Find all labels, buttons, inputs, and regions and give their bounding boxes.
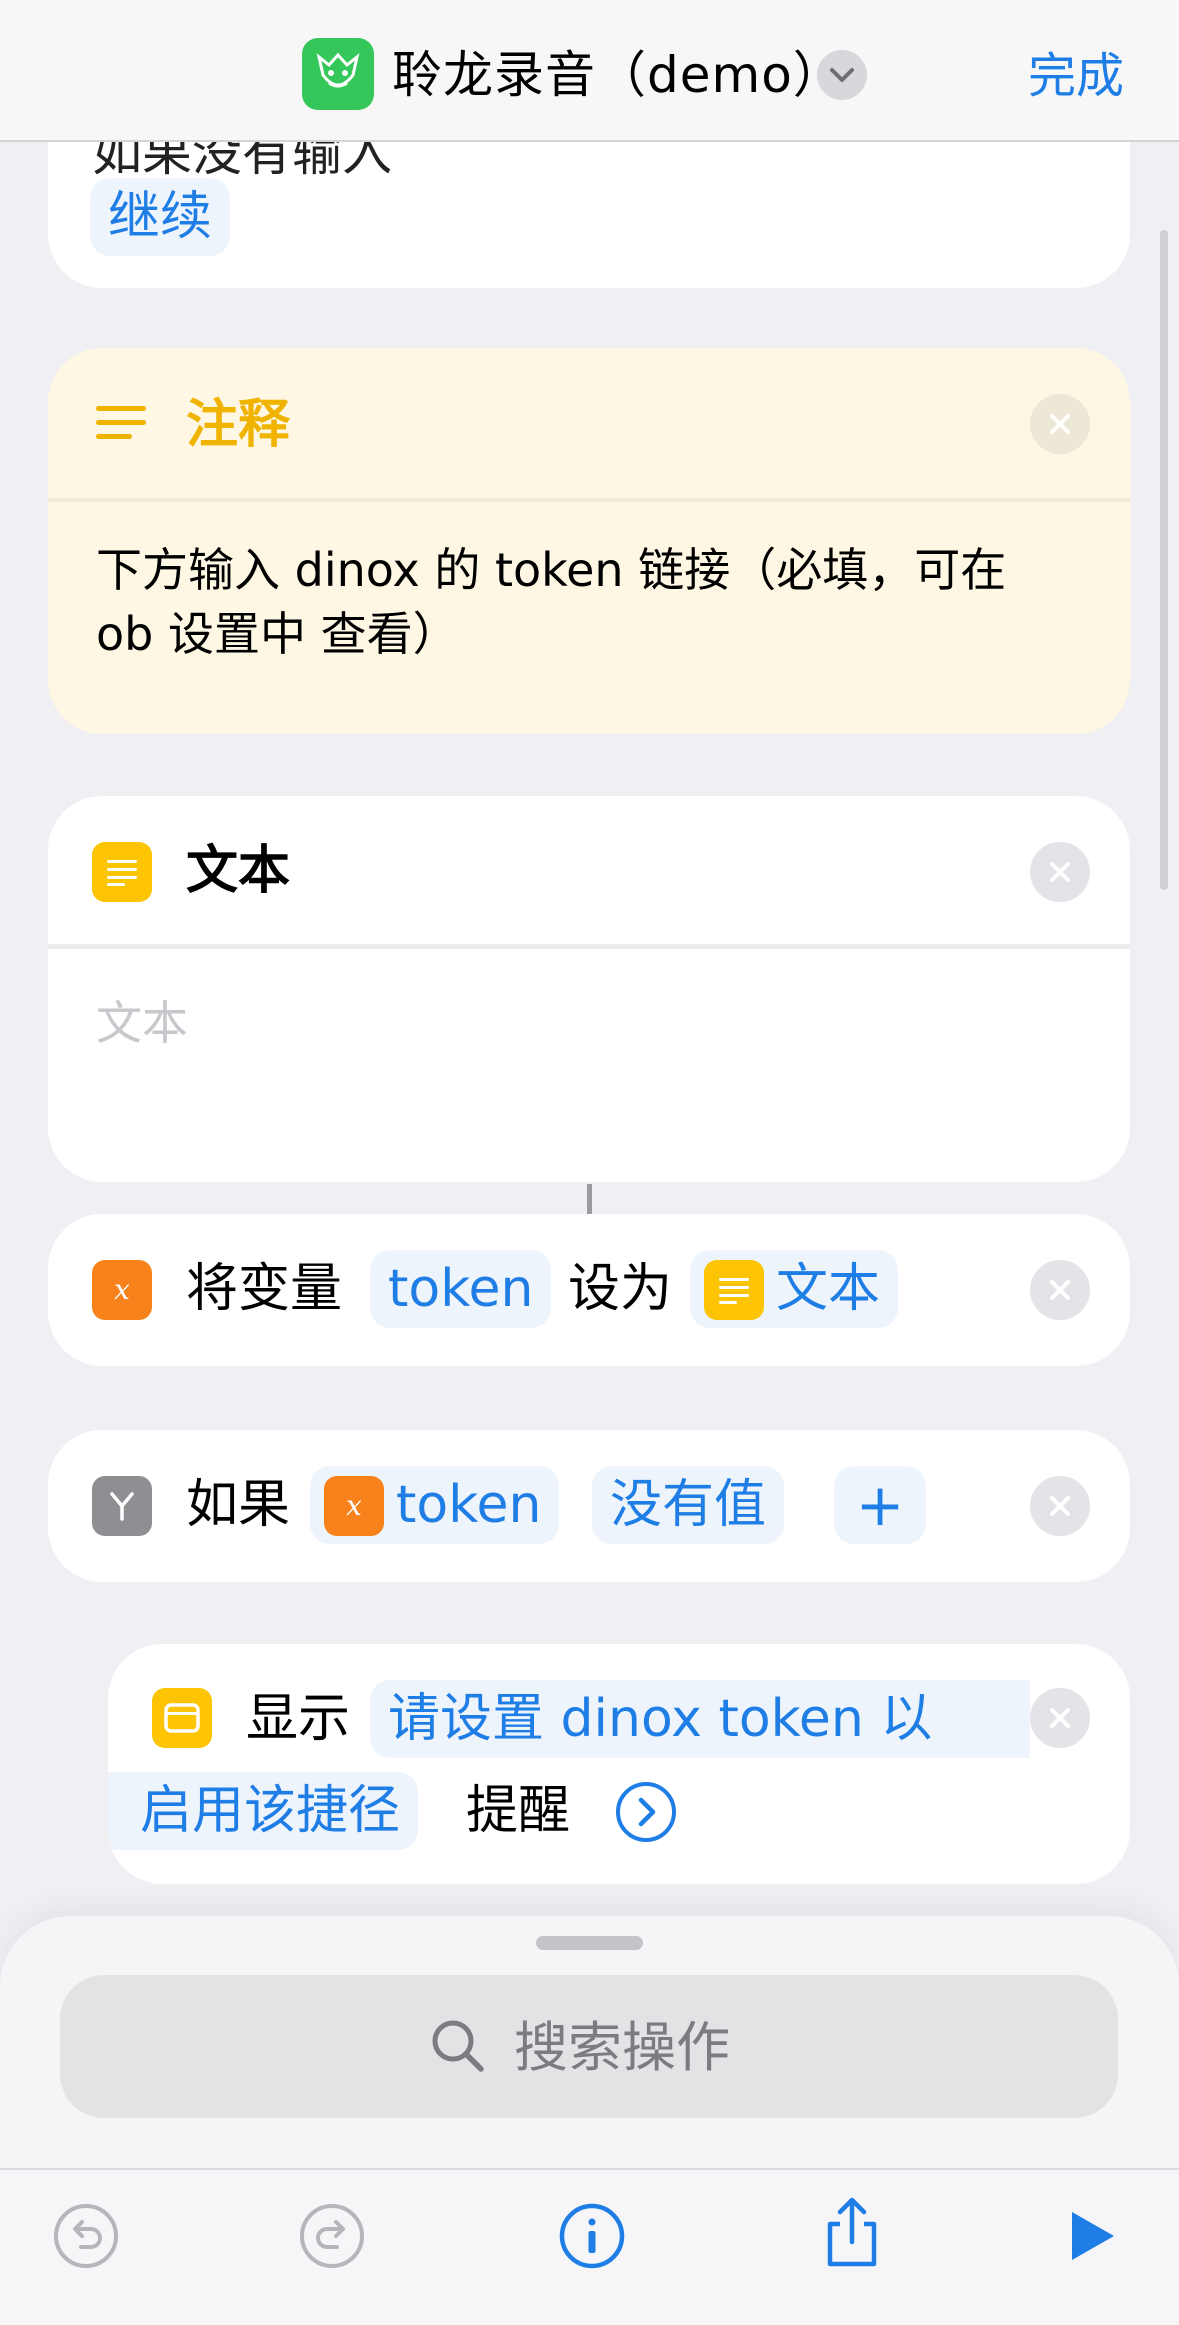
chevron-down-icon[interactable] [817,50,867,100]
search-icon [428,2016,488,2080]
text-doc-icon [92,842,152,902]
set-variable-label: 将变量 [186,1259,343,1319]
svg-text:x: x [114,1273,130,1306]
if-label: 如果 [186,1475,291,1535]
svg-text:x: x [346,1489,362,1522]
if-variable-label: token [396,1475,542,1535]
close-icon[interactable] [1030,1476,1090,1536]
text-doc-icon [704,1260,764,1320]
play-icon[interactable] [1050,2196,1130,2276]
done-button[interactable]: 完成 [1028,44,1124,108]
shortcut-title[interactable]: 聆龙录音（demo） [392,40,844,110]
show-label: 显示 [246,1689,351,1749]
close-icon[interactable] [1030,842,1090,902]
info-icon[interactable] [552,2196,632,2276]
nav-header: 聆龙录音（demo） 完成 [0,0,1179,142]
window-icon [152,1688,212,1748]
variable-x-icon: x [324,1476,384,1536]
message-chip-line2[interactable]: 启用该捷径 [108,1772,419,1850]
text-card-title: 文本 [186,841,291,901]
panel-grabber[interactable] [536,1936,643,1950]
dragon-app-icon[interactable] [302,38,374,110]
value-chip-label: 文本 [776,1259,881,1319]
text-divider [48,944,1130,949]
close-icon[interactable] [1030,394,1090,454]
message-chip-line1[interactable]: 请设置 dinox token 以 [370,1680,1030,1758]
add-condition-button[interactable]: + [834,1466,926,1544]
text-card: 文本 文本 [48,796,1130,1182]
close-icon[interactable] [1030,1688,1090,1748]
scrollbar[interactable] [1160,230,1168,890]
continue-chip[interactable]: 继续 [90,178,231,256]
search-placeholder: 搜索操作 [514,2016,730,2079]
flow-connector [587,1184,592,1214]
set-variable-card: x 将变量 token 设为 文本 [48,1214,1130,1366]
close-icon[interactable] [1030,1260,1090,1320]
lines-icon [96,402,146,452]
comment-divider [48,498,1130,502]
text-input[interactable]: 文本 [96,984,188,1062]
arrow-right-circle-icon[interactable] [614,1780,678,1848]
undo-icon[interactable] [46,2196,126,2276]
comment-body-line1[interactable]: 下方输入 dinox 的 token 链接（必填，可在 [96,538,1006,602]
variable-name-chip[interactable]: token [370,1250,552,1328]
alert-suffix-label: 提醒 [466,1781,571,1841]
show-alert-card: 显示 请设置 dinox token 以 启用该捷径 提醒 [108,1644,1130,1884]
condition-chip[interactable]: 没有值 [592,1466,785,1544]
if-card: 如果 token x 没有值 + [48,1430,1130,1582]
redo-icon[interactable] [292,2196,372,2276]
comment-title: 注释 [186,395,291,455]
set-to-label: 设为 [568,1259,673,1319]
comment-card: 注释 下方输入 dinox 的 token 链接（必填，可在 ob 设置中 查看… [48,348,1130,734]
variable-x-icon: x [92,1260,152,1320]
comment-body-line2[interactable]: ob 设置中 查看） [96,602,459,666]
share-icon[interactable] [812,2192,892,2272]
branch-icon [92,1476,152,1536]
